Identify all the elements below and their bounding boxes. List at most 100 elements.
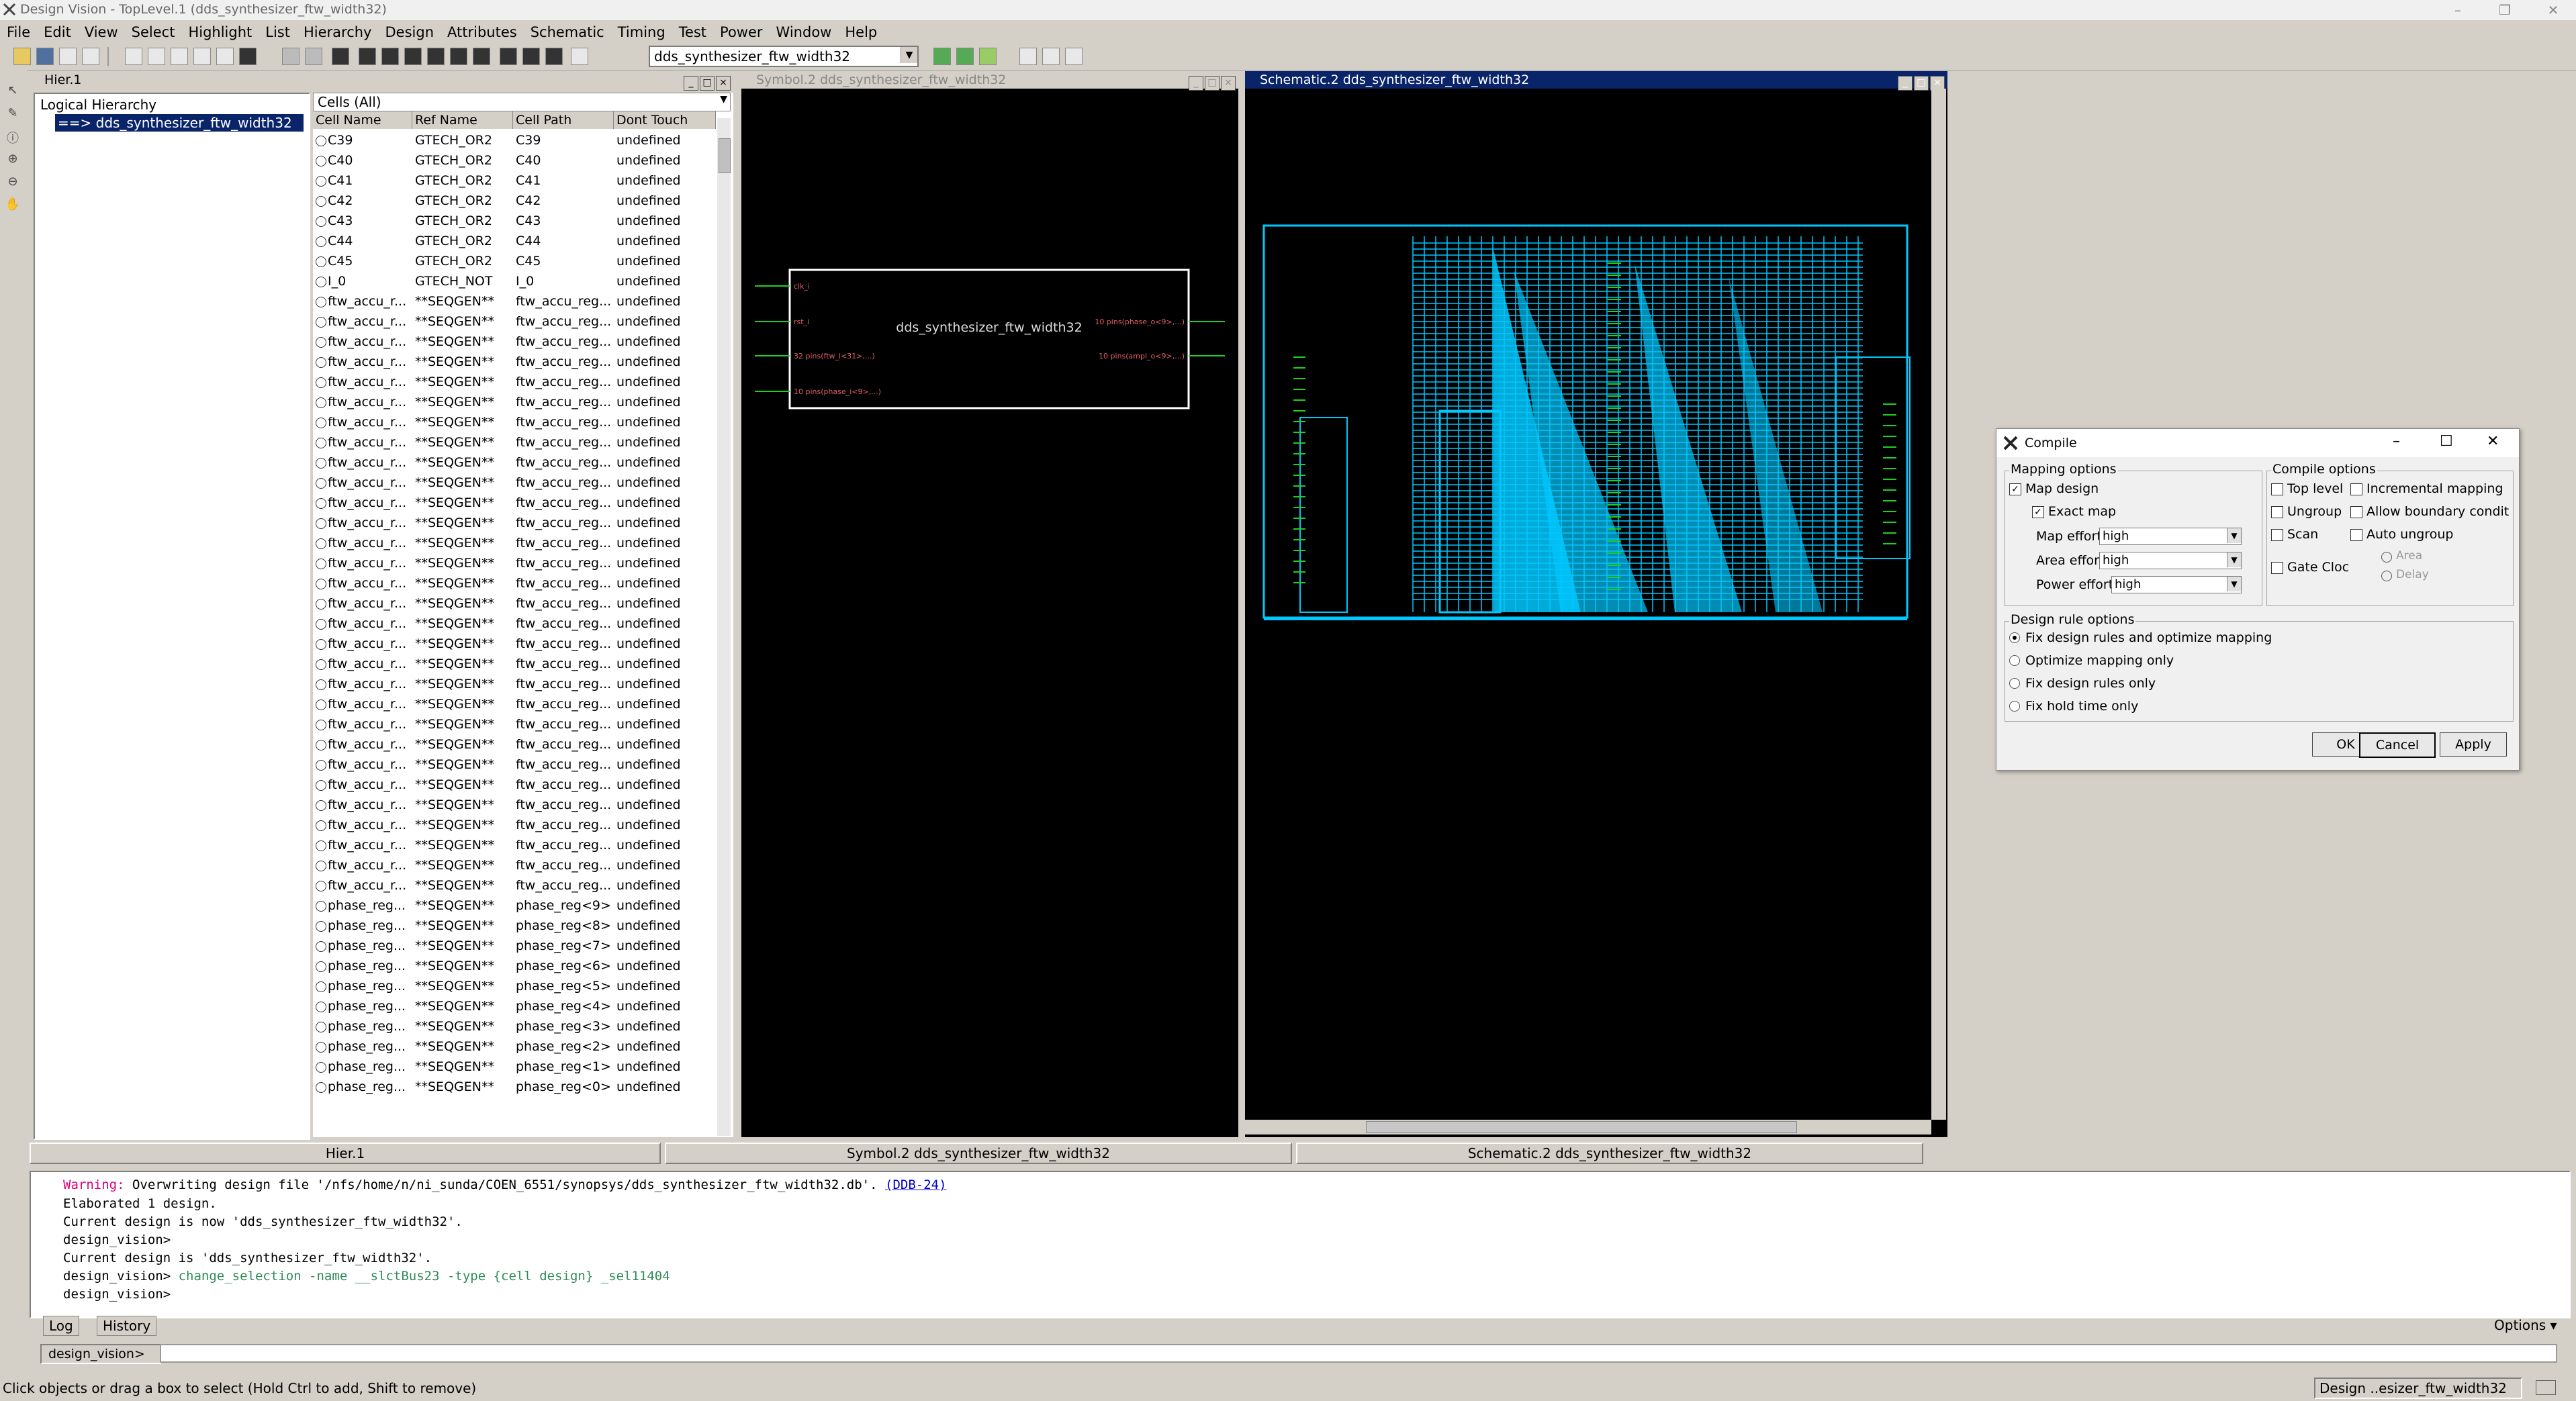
menu-window[interactable]: Window (770, 20, 839, 40)
table-row[interactable]: ftw_accu_r... **SEQGEN** ftw_accu_reg... un… (313, 614, 716, 634)
table-row[interactable]: phase_reg... **SEQGEN** phase_reg<2> undefi… (313, 1036, 716, 1057)
table-row[interactable]: ftw_accu_r... **SEQGEN** ftw_accu_reg... un… (313, 875, 716, 896)
copy-icon[interactable] (82, 48, 99, 65)
map-design-checkbox[interactable]: ✓ (2009, 483, 2021, 495)
table-row[interactable]: ftw_accu_r... **SEQGEN** ftw_accu_reg... un… (313, 593, 716, 614)
incremental-mapping-checkbox[interactable] (2350, 483, 2362, 495)
maximize-icon[interactable]: ☐ (2440, 433, 2453, 450)
schematic-icon[interactable] (332, 48, 349, 65)
gate-clock-checkbox[interactable] (2271, 562, 2283, 574)
table-row[interactable]: ftw_accu_r... **SEQGEN** ftw_accu_reg... un… (313, 291, 716, 311)
table-row[interactable]: phase_reg... **SEQGEN** phase_reg<8> undefi… (313, 916, 716, 936)
minimize-icon[interactable]: – (2393, 433, 2400, 450)
table-row[interactable]: ftw_accu_r... **SEQGEN** ftw_accu_reg... un… (313, 855, 716, 875)
ddb-link[interactable]: (DDB-24) (885, 1177, 947, 1192)
tab-history[interactable]: History (97, 1316, 157, 1336)
zoom-area-icon[interactable] (216, 48, 234, 65)
layout-icon[interactable] (571, 48, 588, 65)
zoom-out-tool-icon[interactable]: ⊖ (4, 175, 21, 192)
zoom-select-icon[interactable] (148, 48, 165, 65)
allow-boundary-checkbox[interactable] (2350, 506, 2362, 518)
table-row[interactable]: C44 GTECH_OR2 C44 undefined (313, 231, 716, 251)
menu-attributes[interactable]: Attributes (441, 20, 524, 40)
tab-hier[interactable]: Hier.1 (30, 1143, 661, 1164)
apply-button[interactable]: Apply (2440, 732, 2507, 757)
zoom-fit-icon[interactable] (1065, 48, 1083, 65)
scrollbar-thumb[interactable] (719, 138, 731, 173)
restore-icon[interactable]: ❐ (2491, 1, 2518, 19)
design-select[interactable]: dds_synthesizer_ftw_width32 ▼ (649, 46, 919, 67)
drc-radio-fix-rules-only[interactable] (2009, 678, 2020, 689)
table-row[interactable]: phase_reg... **SEQGEN** phase_reg<0> undefi… (313, 1077, 716, 1097)
table-row[interactable]: ftw_accu_r... **SEQGEN** ftw_accu_reg... un… (313, 493, 716, 513)
table-row[interactable]: ftw_accu_r... **SEQGEN** ftw_accu_reg... un… (313, 573, 716, 593)
cells-filter-select[interactable]: Cells (All) ▼ (313, 93, 731, 111)
zoom-icon[interactable] (193, 48, 211, 65)
menu-help[interactable]: Help (838, 20, 884, 40)
path-view-icon[interactable] (404, 48, 422, 65)
delay-radio[interactable] (2381, 571, 2392, 581)
table-row[interactable]: ftw_accu_r... **SEQGEN** ftw_accu_reg... un… (313, 755, 716, 775)
table-row[interactable]: C43 GTECH_OR2 C43 undefined (313, 211, 716, 231)
table-row[interactable]: C39 GTECH_OR2 C39 undefined (313, 130, 716, 150)
ungroup-checkbox[interactable] (2271, 506, 2283, 518)
table-row[interactable]: ftw_accu_r... **SEQGEN** ftw_accu_reg... un… (313, 835, 716, 855)
table-row[interactable]: ftw_accu_r... **SEQGEN** ftw_accu_reg... un… (313, 473, 716, 493)
table-row[interactable]: ftw_accu_r... **SEQGEN** ftw_accu_reg... un… (313, 734, 716, 755)
close-icon[interactable]: ✕ (2487, 433, 2499, 450)
table-row[interactable]: phase_reg... **SEQGEN** phase_reg<5> undefi… (313, 976, 716, 996)
close-icon[interactable]: ✕ (2540, 1, 2567, 19)
chevron-down-icon[interactable]: ▼ (901, 47, 917, 63)
command-input[interactable] (160, 1344, 2557, 1363)
select-icon[interactable] (125, 48, 142, 65)
histogram-icon[interactable] (450, 48, 467, 65)
arrow-select-icon[interactable]: ↖ (4, 83, 21, 101)
menu-edit[interactable]: Edit (37, 20, 78, 40)
forward-icon[interactable] (305, 48, 322, 65)
tab-schematic[interactable]: Schematic.2 dds_synthesizer_ftw_width32 (1296, 1143, 1923, 1164)
schematic-hscrollbar[interactable] (1245, 1120, 1931, 1134)
compile-ultra-icon[interactable] (956, 48, 974, 65)
column-header[interactable]: Cell Name (313, 111, 412, 129)
table-row[interactable]: ftw_accu_r... **SEQGEN** ftw_accu_reg... un… (313, 352, 716, 372)
minimize-icon[interactable]: – (2444, 1, 2471, 19)
menu-view[interactable]: View (78, 20, 125, 40)
scan-checkbox[interactable] (2271, 529, 2283, 541)
zoom-in-icon[interactable] (1019, 48, 1037, 65)
map-effort-select[interactable]: high ▼ (2099, 528, 2242, 545)
table-row[interactable]: ftw_accu_r... **SEQGEN** ftw_accu_reg... un… (313, 775, 716, 795)
tab-symbol[interactable]: Symbol.2 dds_synthesizer_ftw_width32 (665, 1143, 1292, 1164)
pencil-icon[interactable]: ✎ (4, 106, 21, 124)
cells-scrollbar[interactable] (717, 118, 731, 1136)
back-icon[interactable] (282, 48, 300, 65)
table-row[interactable]: ftw_accu_r... **SEQGEN** ftw_accu_reg... un… (313, 694, 716, 714)
column-header[interactable]: Ref Name (412, 111, 513, 129)
table-row[interactable]: phase_reg... **SEQGEN** phase_reg<6> undefi… (313, 956, 716, 976)
menu-test[interactable]: Test (672, 20, 713, 40)
hier-view-icon[interactable] (381, 48, 399, 65)
table-row[interactable]: ftw_accu_r... **SEQGEN** ftw_accu_reg... un… (313, 332, 716, 352)
table-icon[interactable] (522, 48, 540, 65)
table-row[interactable]: phase_reg... **SEQGEN** phase_reg<7> undefi… (313, 936, 716, 956)
table-row[interactable]: phase_reg... **SEQGEN** phase_reg<4> undefi… (313, 996, 716, 1016)
table-row[interactable]: phase_reg... **SEQGEN** phase_reg<9> undefi… (313, 896, 716, 916)
top-level-checkbox[interactable] (2271, 483, 2283, 495)
table-row[interactable]: C45 GTECH_OR2 C45 undefined (313, 251, 716, 271)
menu-schematic[interactable]: Schematic (524, 20, 611, 40)
print-icon[interactable] (59, 48, 77, 65)
menu-select[interactable]: Select (125, 20, 182, 40)
table-row[interactable]: C40 GTECH_OR2 C40 undefined (313, 150, 716, 171)
table-row[interactable]: ftw_accu_r... **SEQGEN** ftw_accu_reg... un… (313, 654, 716, 674)
symbol-canvas[interactable]: dds_synthesizer_ftw_width32 clk_i rst_i … (741, 89, 1238, 1136)
options-menu[interactable]: Options ▾ (2494, 1317, 2557, 1333)
table-row[interactable]: ftw_accu_r... **SEQGEN** ftw_accu_reg... un… (313, 372, 716, 392)
grid-icon[interactable] (545, 48, 563, 65)
compile-icon[interactable] (933, 48, 951, 65)
table-row[interactable]: ftw_accu_r... **SEQGEN** ftw_accu_reg... un… (313, 412, 716, 432)
auto-ungroup-checkbox[interactable] (2350, 529, 2362, 541)
power-effort-select[interactable]: high ▼ (2111, 576, 2242, 593)
schematic-vscrollbar[interactable] (1931, 89, 1946, 1120)
table-row[interactable]: ftw_accu_r... **SEQGEN** ftw_accu_reg... un… (313, 553, 716, 573)
info-icon[interactable]: ⓘ (4, 129, 21, 146)
cancel-button[interactable]: Cancel (2359, 732, 2436, 758)
